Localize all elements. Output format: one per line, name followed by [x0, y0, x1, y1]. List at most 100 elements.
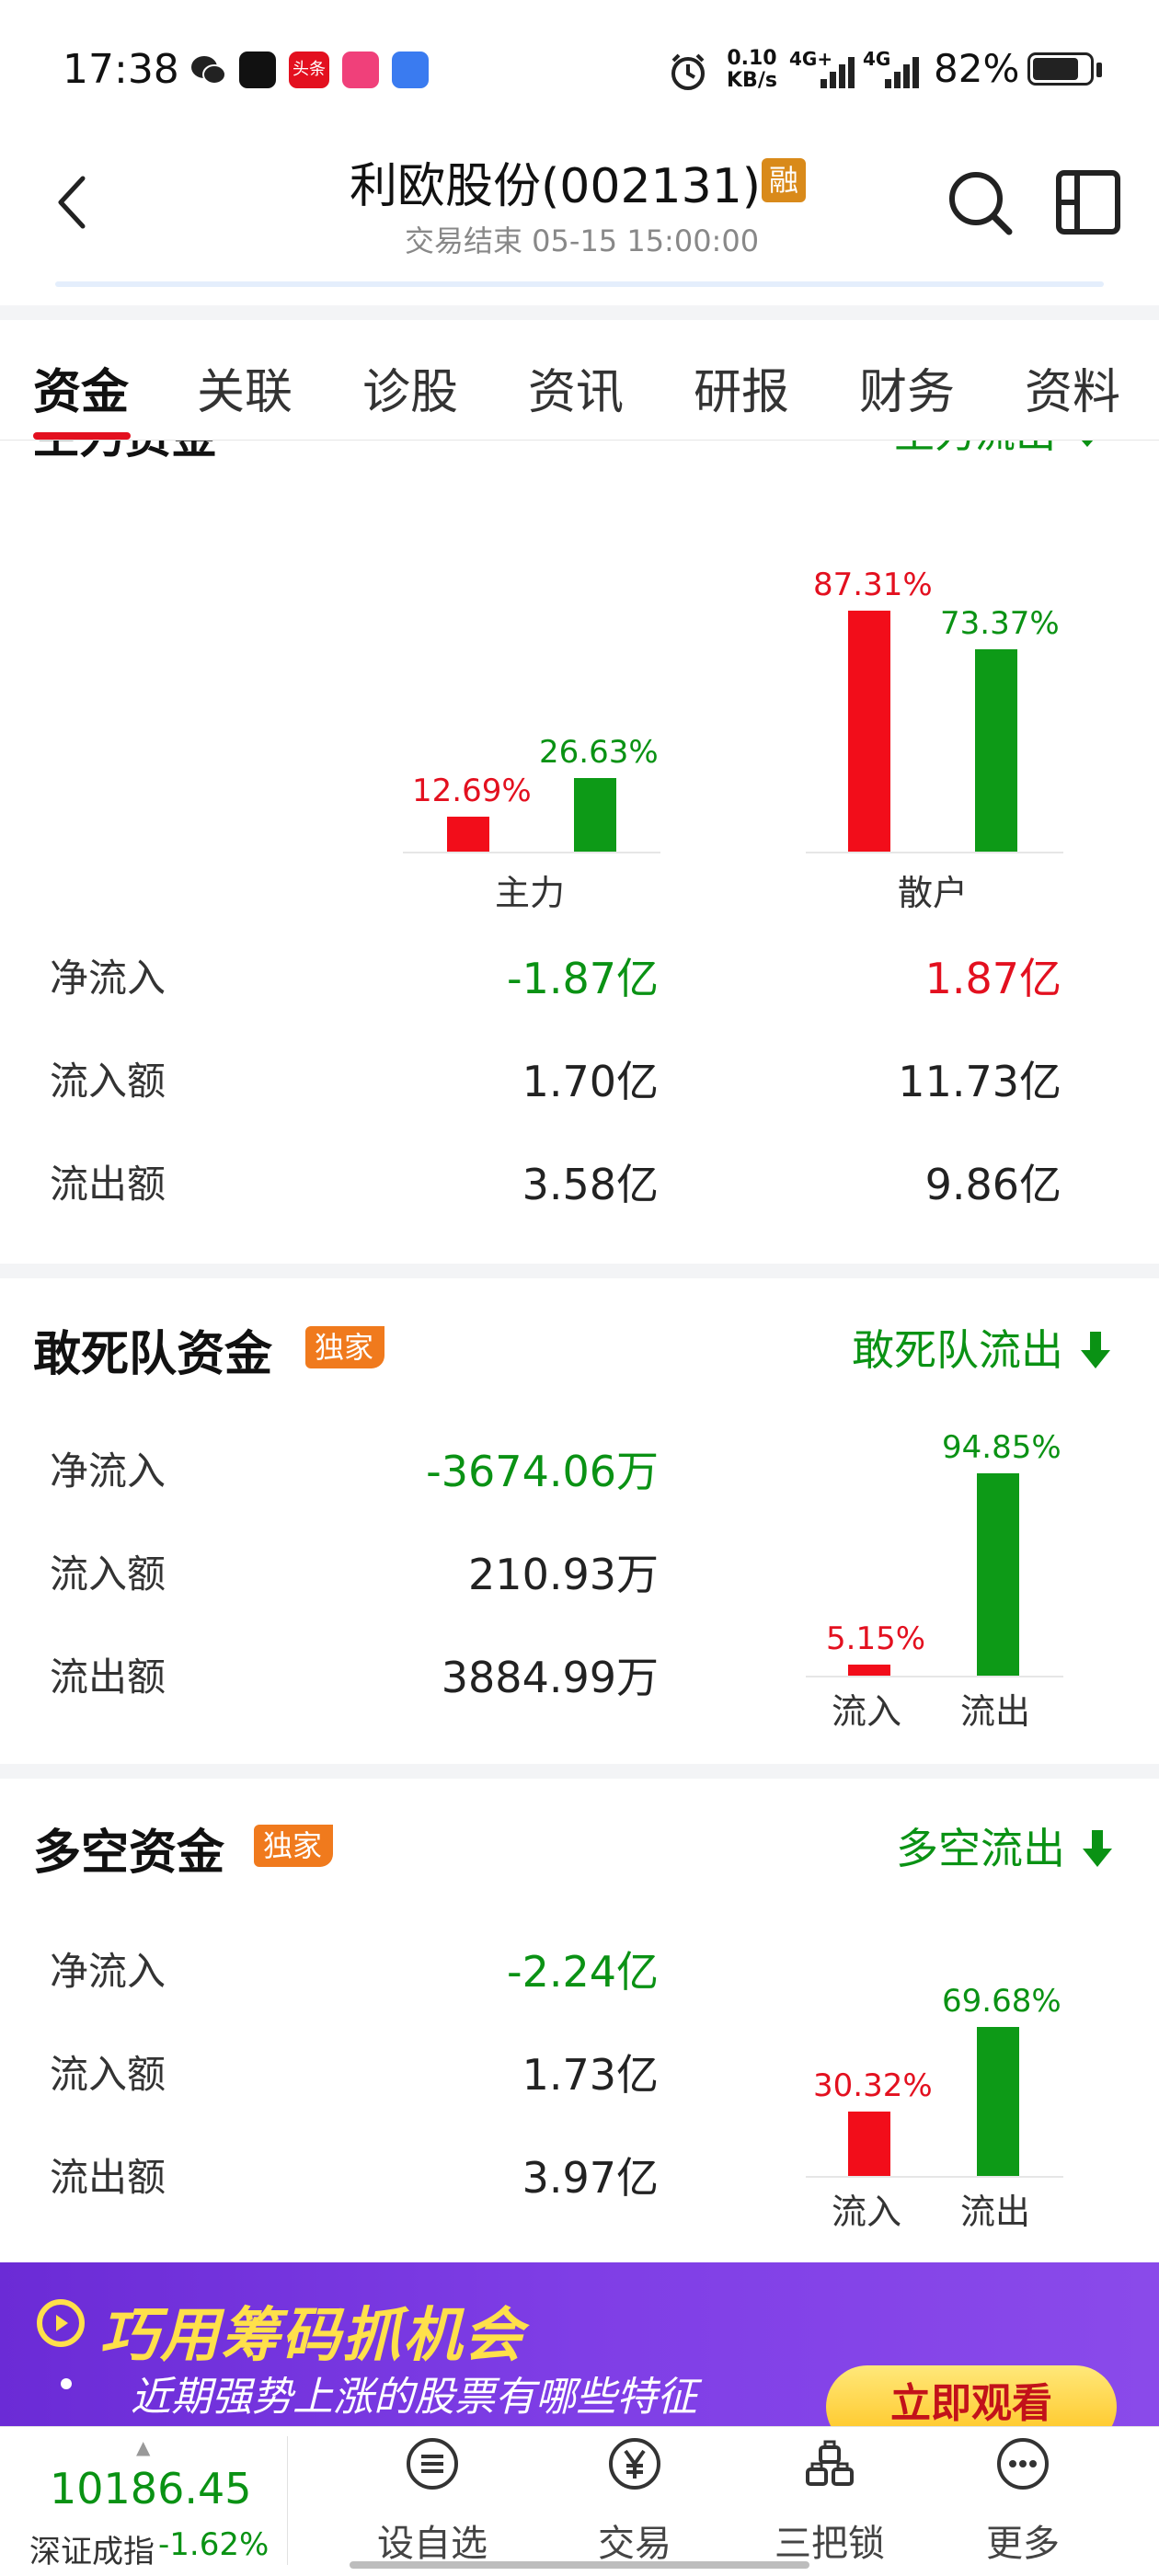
- watch-now-button[interactable]: 立即观看: [826, 2365, 1117, 2426]
- header-divider: [55, 281, 1104, 287]
- yuan-icon: [607, 2436, 662, 2491]
- tiktok-icon: [239, 52, 276, 88]
- clock: 17:38: [63, 46, 179, 93]
- back-icon[interactable]: [53, 175, 90, 230]
- signal-4gplus: 4G+: [789, 48, 857, 92]
- row-label-net: 净流入: [50, 1949, 166, 1994]
- tab-underline: [33, 432, 131, 440]
- alarm-icon: [668, 52, 705, 90]
- bar-retail-inflow: [848, 611, 890, 852]
- bar-dare-outflow: [977, 1473, 1019, 1676]
- search-icon[interactable]: [943, 166, 1016, 239]
- exclusive-badge: 独家: [305, 1326, 385, 1368]
- main-outflow: 3.58亿: [522, 1160, 659, 1209]
- signal-4g: 4G: [863, 48, 931, 92]
- list-icon: [405, 2436, 460, 2491]
- label-dare-outflow: 94.85%: [942, 1429, 1061, 1466]
- label-retail-inflow: 87.31%: [813, 567, 933, 603]
- nav-label: 三把锁: [775, 2523, 885, 2565]
- dare-outflow: 3884.99万: [441, 1653, 659, 1702]
- collapse-arrow-icon[interactable]: ▲: [136, 2436, 150, 2458]
- nav-more[interactable]: 更多: [949, 2436, 1096, 2574]
- trade-status: 交易结束 05-15 15:00:00: [405, 223, 760, 258]
- label-retail-outflow: 73.37%: [940, 605, 1060, 642]
- row-label-outflow: 流出额: [50, 1654, 166, 1700]
- down-arrow-icon: [1077, 1325, 1114, 1375]
- down-arrow-icon: [1079, 1824, 1116, 1873]
- longshort-link-label: 多空流出: [896, 1824, 1065, 1873]
- label-longshort-inflow: 30.32%: [813, 2067, 933, 2104]
- play-icon: [37, 2299, 85, 2347]
- row-label-inflow: 流入额: [50, 2052, 166, 2097]
- xlabel-dare-outflow: 流出: [960, 1691, 1031, 1732]
- bottom-bar: ▲ 10186.45 深证成指 -1.62% 设自选 交易 三把锁 更多: [0, 2426, 1159, 2576]
- exclusive-badge: 独家: [254, 1825, 334, 1867]
- label-main-outflow: 26.63%: [539, 734, 659, 771]
- tab-fund[interactable]: 资金: [33, 353, 129, 422]
- app-pink-icon: [342, 52, 379, 88]
- tab-finance[interactable]: 财务: [859, 353, 955, 422]
- battery-icon: [1027, 52, 1094, 86]
- wechat-icon: [189, 52, 226, 88]
- net-speed: 0.10 KB/s: [727, 47, 777, 92]
- nav-label: 交易: [598, 2523, 671, 2565]
- tab-research[interactable]: 研报: [694, 353, 789, 422]
- bar-retail-outflow: [975, 649, 1017, 852]
- toutiao-icon: 头条: [289, 52, 329, 88]
- dare-net: -3674.06万: [426, 1447, 659, 1496]
- row-label-inflow: 流入额: [50, 1059, 166, 1104]
- tab-related[interactable]: 关联: [197, 353, 293, 422]
- down-arrow-icon: [1069, 441, 1106, 457]
- bar-main-outflow: [574, 778, 616, 852]
- more-icon: [995, 2436, 1050, 2491]
- layout-icon[interactable]: [1053, 167, 1123, 237]
- bar-main-inflow: [447, 817, 489, 852]
- main-fund-title: 主力资金: [33, 441, 217, 466]
- battery-percent: 82%: [934, 46, 1020, 91]
- retail-inflow: 11.73亿: [898, 1057, 1061, 1106]
- label-main-inflow: 12.69%: [412, 773, 532, 809]
- main-fund-outflow-link[interactable]: 主力流出: [894, 441, 1106, 459]
- xlabel-retail: 散户: [898, 873, 969, 913]
- dare-fund-outflow-link[interactable]: 敢死队流出: [852, 1317, 1114, 1378]
- app-blue-icon: [392, 52, 429, 88]
- tab-news[interactable]: 资讯: [528, 353, 624, 422]
- main-fund-link-label: 主力流出: [894, 441, 1056, 457]
- page-title: 利欧股份(002131): [350, 159, 762, 214]
- dare-fund-title: 敢死队资金: [33, 1327, 273, 1382]
- row-label-inflow: 流入额: [50, 1551, 166, 1597]
- row-label-outflow: 流出额: [50, 1162, 166, 1207]
- banner-title: 巧用筹码抓机会: [99, 2302, 524, 2370]
- retail-outflow: 9.86亿: [924, 1160, 1061, 1209]
- status-bar: 17:38 头条 0.10 KB/s 4G+ 4G 82%: [0, 0, 1159, 138]
- index-value[interactable]: 10186.45: [50, 2464, 252, 2513]
- nav-three-locks[interactable]: 三把锁: [756, 2436, 903, 2574]
- promo-banner[interactable]: 巧用筹码抓机会 近期强势上涨的股票有哪些特征 立即观看: [0, 2262, 1159, 2426]
- main-net: -1.87亿: [506, 954, 659, 1003]
- banner-subtitle: 近期强势上涨的股票有哪些特征: [131, 2374, 697, 2421]
- retail-net: 1.87亿: [924, 954, 1061, 1003]
- main-inflow: 1.70亿: [522, 1057, 659, 1106]
- longshort-outflow-link[interactable]: 多空流出: [896, 1815, 1116, 1876]
- home-indicator[interactable]: [350, 2561, 809, 2569]
- xlabel-main: 主力: [495, 873, 566, 913]
- bar-dare-inflow: [848, 1665, 890, 1676]
- nav-trade[interactable]: 交易: [561, 2436, 708, 2574]
- battery-fill: [1033, 58, 1078, 80]
- tab-diagnose[interactable]: 诊股: [362, 353, 458, 422]
- nav-add-watchlist[interactable]: 设自选: [359, 2436, 506, 2574]
- locks-icon: [802, 2436, 857, 2491]
- tab-profile[interactable]: 资料: [1025, 353, 1120, 422]
- tab-bar: 资金 关联 诊股 资讯 研报 财务 资料: [0, 320, 1159, 441]
- dare-fund-link-label: 敢死队流出: [852, 1325, 1063, 1375]
- nav-label: 更多: [986, 2523, 1060, 2565]
- row-label-outflow: 流出额: [50, 2155, 166, 2200]
- margin-badge: 融: [762, 158, 806, 202]
- longshort-fund-title: 多空资金: [33, 1826, 225, 1881]
- xlabel-longshort-outflow: 流出: [960, 2192, 1031, 2232]
- index-name: 深证成指: [29, 2534, 155, 2570]
- row-label-net: 净流入: [50, 1448, 166, 1494]
- nav-label: 设自选: [377, 2523, 488, 2565]
- dare-inflow: 210.93万: [468, 1550, 659, 1599]
- xlabel-longshort-inflow: 流入: [832, 2192, 902, 2232]
